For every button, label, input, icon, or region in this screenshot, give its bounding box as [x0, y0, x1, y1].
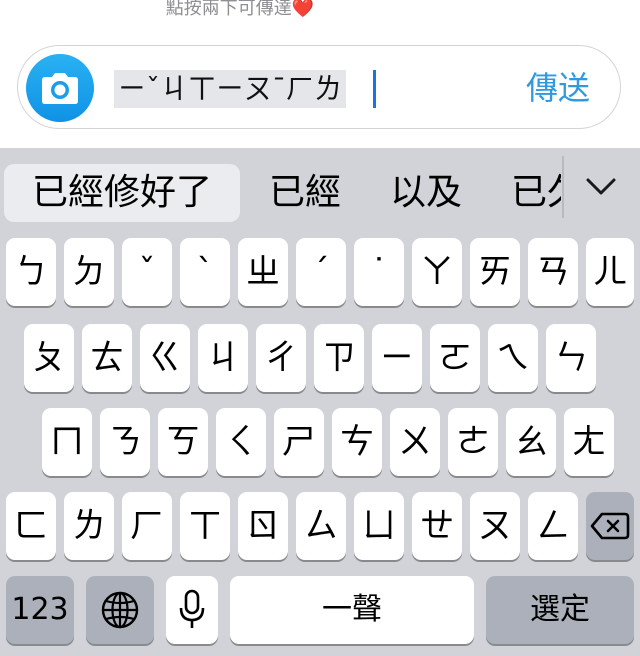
key-f[interactable]: ㄈ: [6, 492, 56, 560]
key-tone2[interactable]: ˊ: [296, 238, 346, 306]
candidate-bar: 已經修好了 已經 以及 已久: [0, 148, 640, 232]
send-button[interactable]: 傳送: [526, 66, 590, 110]
key-j[interactable]: ㄐ: [198, 324, 248, 392]
space-key[interactable]: 一聲: [230, 576, 474, 644]
candidate-1[interactable]: 已經修好了: [4, 164, 240, 222]
candidate-3[interactable]: 以及: [378, 164, 474, 222]
key-sh[interactable]: ㄕ: [274, 408, 324, 476]
key-ao[interactable]: ㄠ: [506, 408, 556, 476]
key-eng[interactable]: ㄥ: [528, 492, 578, 560]
candidate-2[interactable]: 已經: [258, 164, 352, 222]
hint-text: 點按兩下可傳達: [165, 0, 292, 19]
key-q[interactable]: ㄑ: [216, 408, 266, 476]
globe-icon: [101, 591, 139, 629]
key-c[interactable]: ㄘ: [332, 408, 382, 476]
camera-button[interactable]: [26, 54, 94, 122]
key-an[interactable]: ㄢ: [528, 238, 578, 306]
key-g[interactable]: ㄍ: [140, 324, 190, 392]
chat-compose-area: 點按兩下可傳達❤️ ㄧˇㄐㄒㄧㄡ¯ㄏㄌ 傳送: [0, 0, 640, 148]
key-k[interactable]: ㄎ: [158, 408, 208, 476]
key-m[interactable]: ㄇ: [42, 408, 92, 476]
candidate-divider: [562, 156, 564, 218]
key-en[interactable]: ㄣ: [546, 324, 596, 392]
camera-icon: [42, 73, 78, 104]
key-h[interactable]: ㄏ: [122, 492, 172, 560]
key-r[interactable]: ㄖ: [238, 492, 288, 560]
key-e[interactable]: ㄜ: [448, 408, 498, 476]
backspace-icon: [590, 512, 630, 540]
key-o[interactable]: ㄛ: [430, 324, 480, 392]
key-x[interactable]: ㄒ: [180, 492, 230, 560]
bopomofo-keyboard: 已經修好了 已經 以及 已久 ㄅ ㄉ ˇ ˋ ㄓ ˊ ˙ ㄚ ㄞ ㄢ ㄦ ㄆ ㄊ…: [0, 148, 640, 656]
globe-key[interactable]: [86, 576, 154, 644]
key-u[interactable]: ㄨ: [390, 408, 440, 476]
heart-icon: ❤️: [291, 0, 315, 19]
candidate-4-clip: 已久: [505, 164, 561, 222]
key-tone3[interactable]: ˇ: [122, 238, 172, 306]
key-yu[interactable]: ㄩ: [354, 492, 404, 560]
candidate-4[interactable]: 已久: [511, 164, 561, 222]
key-zh[interactable]: ㄓ: [238, 238, 288, 306]
microphone-key[interactable]: [166, 576, 218, 644]
text-cursor: [373, 70, 376, 108]
key-ou[interactable]: ㄡ: [470, 492, 520, 560]
key-d[interactable]: ㄉ: [64, 238, 114, 306]
key-s[interactable]: ㄙ: [296, 492, 346, 560]
microphone-icon: [179, 589, 205, 628]
double-tap-hint: 點按兩下可傳達❤️: [0, 0, 480, 20]
key-ei[interactable]: ㄟ: [488, 324, 538, 392]
key-n[interactable]: ㄋ: [100, 408, 150, 476]
numbers-key[interactable]: 123: [6, 576, 74, 644]
composing-text[interactable]: ㄧˇㄐㄒㄧㄡ¯ㄏㄌ: [114, 70, 347, 108]
key-p[interactable]: ㄆ: [24, 324, 74, 392]
key-ch[interactable]: ㄔ: [256, 324, 306, 392]
key-ai[interactable]: ㄞ: [470, 238, 520, 306]
key-tone4[interactable]: ˋ: [180, 238, 230, 306]
key-ang[interactable]: ㄤ: [564, 408, 614, 476]
message-input-bar[interactable]: ㄧˇㄐㄒㄧㄡ¯ㄏㄌ 傳送: [17, 45, 621, 129]
key-t[interactable]: ㄊ: [82, 324, 132, 392]
confirm-key[interactable]: 選定: [486, 576, 634, 644]
key-b[interactable]: ㄅ: [6, 238, 56, 306]
key-eh[interactable]: ㄝ: [412, 492, 462, 560]
key-z[interactable]: ㄗ: [314, 324, 364, 392]
key-l[interactable]: ㄌ: [64, 492, 114, 560]
key-light-tone[interactable]: ˙: [354, 238, 404, 306]
key-a[interactable]: ㄚ: [412, 238, 462, 306]
backspace-key[interactable]: [586, 492, 634, 560]
key-i[interactable]: ㄧ: [372, 324, 422, 392]
chevron-down-icon[interactable]: [585, 176, 617, 198]
key-er[interactable]: ㄦ: [586, 238, 634, 306]
